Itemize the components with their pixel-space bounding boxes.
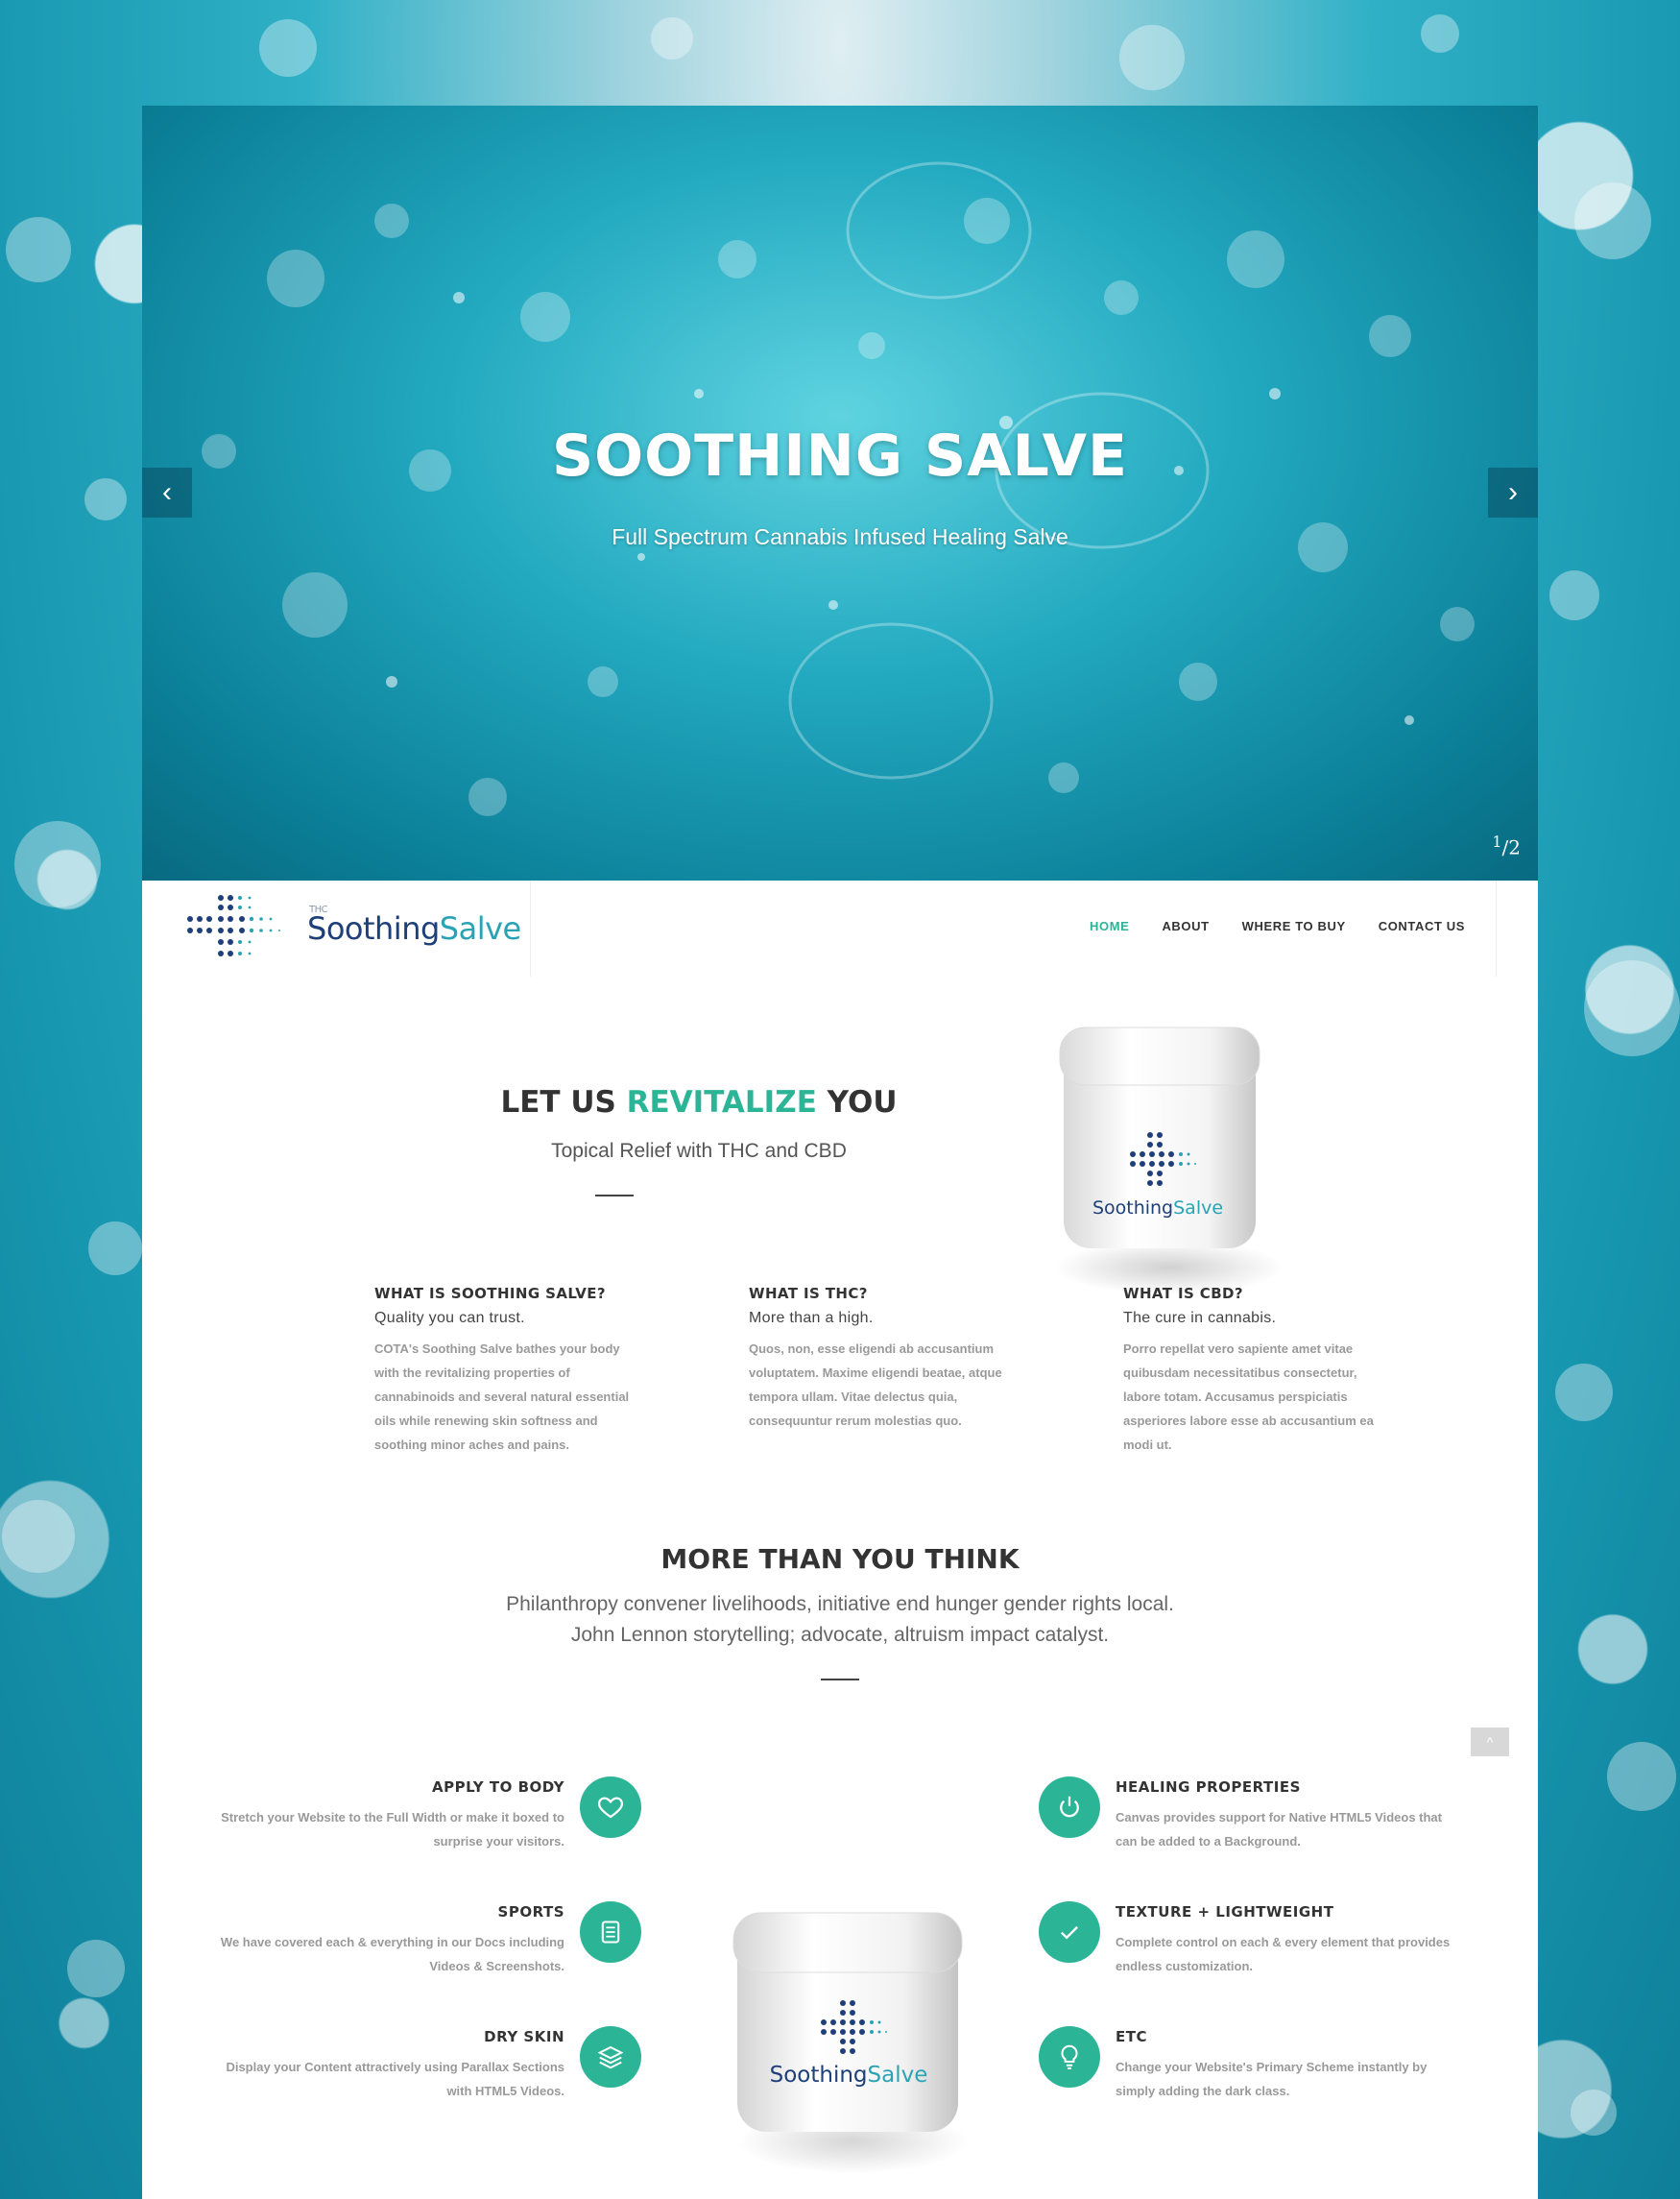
feature-body: COTA's Soothing Salve bathes your body w… bbox=[374, 1341, 630, 1452]
main-nav: HOME ABOUT WHERE TO BUY CONTACT US bbox=[1090, 919, 1465, 933]
scroll-to-top-button[interactable]: ^ bbox=[1471, 1728, 1509, 1756]
benefit-body: Canvas provides support for Native HTML5… bbox=[1116, 1810, 1442, 1849]
benefit-apply-to-body: APPLY TO BODY Stretch your Website to th… bbox=[219, 1778, 564, 1853]
logo-word-soothing: Soothing bbox=[307, 910, 440, 947]
benefit-dry-skin: DRY SKIN Display your Content attractive… bbox=[219, 2028, 564, 2103]
divider-line bbox=[595, 1195, 634, 1196]
benefit-sports: SPORTS We have covered each & everything… bbox=[219, 1903, 564, 1978]
feature-tagline: Quality you can trust. bbox=[374, 1310, 525, 1326]
benefit-healing-properties: HEALING PROPERTIES Canvas provides suppo… bbox=[1116, 1778, 1461, 1853]
slide-counter-total: 2 bbox=[1508, 836, 1521, 859]
feature-title: WHAT IS SOOTHING SALVE? bbox=[374, 1285, 607, 1302]
slide-counter: 1/2 bbox=[1492, 833, 1521, 859]
page-container: SOOTHING SALVE Full Spectrum Cannabis In… bbox=[142, 106, 1538, 2199]
benefit-title: HEALING PROPERTIES bbox=[1116, 1778, 1301, 1796]
product-jar-image: SoothingSalve bbox=[1054, 1027, 1284, 1294]
section-lead: Philanthropy convener livelihoods, initi… bbox=[142, 1589, 1538, 1651]
section-title: MORE THAN YOU THINK bbox=[660, 1543, 1020, 1575]
header-divider bbox=[530, 881, 531, 977]
chevron-up-icon: ^ bbox=[1486, 1734, 1494, 1750]
product-jar-center-image: SoothingSalve bbox=[732, 1912, 968, 2174]
feature-title: WHAT IS CBD? bbox=[1123, 1285, 1243, 1302]
section-lead-line: Philanthropy convener livelihoods, initi… bbox=[506, 1593, 1174, 1615]
benefit-etc: ETC Change your Website's Primary Scheme… bbox=[1116, 2028, 1461, 2103]
chevron-left-icon: ‹ bbox=[162, 476, 172, 508]
feature-body: Quos, non, esse eligendi ab accusantium … bbox=[749, 1341, 1002, 1428]
benefit-title: ETC bbox=[1116, 2028, 1147, 2045]
benefit-title: SPORTS bbox=[497, 1903, 564, 1921]
benefit-body: We have covered each & everything in our… bbox=[220, 1935, 564, 1973]
nav-item-about[interactable]: ABOUT bbox=[1162, 919, 1209, 933]
feature-body: Porro repellat vero sapiente amet vitae … bbox=[1123, 1341, 1374, 1452]
benefit-title: DRY SKIN bbox=[484, 2028, 564, 2045]
header-divider bbox=[1496, 881, 1497, 977]
svg-text:SoothingSalve: SoothingSalve bbox=[770, 2063, 928, 2088]
slider-next-button[interactable]: › bbox=[1488, 468, 1538, 518]
intro-title: LET US REVITALIZE YOU bbox=[372, 1085, 1025, 1120]
hero-background-image bbox=[202, 161, 1475, 816]
benefit-body: Change your Website's Primary Scheme ins… bbox=[1116, 2060, 1428, 2098]
intro-title-pre: LET US bbox=[500, 1085, 627, 1120]
check-icon bbox=[1039, 1901, 1100, 1963]
logo-wordmark: THC SoothingSalve bbox=[307, 905, 521, 947]
document-icon bbox=[580, 1901, 641, 1963]
site-header: THC SoothingSalve HOME ABOUT WHERE TO BU… bbox=[142, 881, 1538, 981]
lightbulb-icon bbox=[1039, 2026, 1100, 2088]
layers-icon bbox=[580, 2026, 641, 2088]
feature-tagline: More than a high. bbox=[749, 1310, 874, 1326]
svg-text:SoothingSalve: SoothingSalve bbox=[1092, 1197, 1223, 1219]
power-icon bbox=[1039, 1776, 1100, 1838]
nav-item-home[interactable]: HOME bbox=[1090, 919, 1129, 933]
intro-title-accent: REVITALIZE bbox=[626, 1085, 817, 1120]
benefit-title: TEXTURE + LIGHTWEIGHT bbox=[1116, 1903, 1334, 1921]
chevron-right-icon: › bbox=[1508, 476, 1518, 508]
logo-cross-icon bbox=[187, 895, 280, 956]
benefit-texture-lightweight: TEXTURE + LIGHTWEIGHT Complete control o… bbox=[1116, 1903, 1461, 1978]
divider-line bbox=[821, 1679, 859, 1680]
benefit-body: Stretch your Website to the Full Width o… bbox=[221, 1810, 564, 1849]
logo-word-salve: Salve bbox=[439, 910, 521, 947]
benefit-title: APPLY TO BODY bbox=[431, 1778, 564, 1796]
section-lead-line: John Lennon storytelling; advocate, altr… bbox=[570, 1624, 1110, 1646]
slide-counter-current: 1 bbox=[1492, 833, 1502, 852]
intro-subtitle: Topical Relief with THC and CBD bbox=[551, 1140, 847, 1162]
slider-prev-button[interactable]: ‹ bbox=[142, 468, 192, 518]
nav-item-contact-us[interactable]: CONTACT US bbox=[1379, 919, 1465, 933]
heart-icon bbox=[580, 1776, 641, 1838]
slide-title: SOOTHING SALVE bbox=[551, 423, 1129, 490]
logo-thc-label: THC bbox=[309, 905, 328, 915]
benefit-body: Complete control on each & every element… bbox=[1116, 1935, 1451, 1973]
feature-what-is-soothing-salve: WHAT IS SOOTHING SALVE? Quality you can … bbox=[374, 1285, 638, 1457]
feature-what-is-cbd: WHAT IS CBD? The cure in cannabis. Porro… bbox=[1123, 1285, 1387, 1457]
feature-what-is-thc: WHAT IS THC? More than a high. Quos, non… bbox=[749, 1285, 1013, 1433]
feature-tagline: The cure in cannabis. bbox=[1123, 1310, 1277, 1326]
slide-subtitle: Full Spectrum Cannabis Infused Healing S… bbox=[612, 524, 1068, 549]
hero-slider: SOOTHING SALVE Full Spectrum Cannabis In… bbox=[142, 106, 1538, 881]
logo[interactable]: THC SoothingSalve bbox=[182, 890, 521, 967]
benefit-body: Display your Content attractively using … bbox=[226, 2060, 564, 2098]
nav-item-where-to-buy[interactable]: WHERE TO BUY bbox=[1242, 919, 1346, 933]
feature-title: WHAT IS THC? bbox=[749, 1285, 868, 1302]
intro-title-post: YOU bbox=[816, 1085, 898, 1120]
